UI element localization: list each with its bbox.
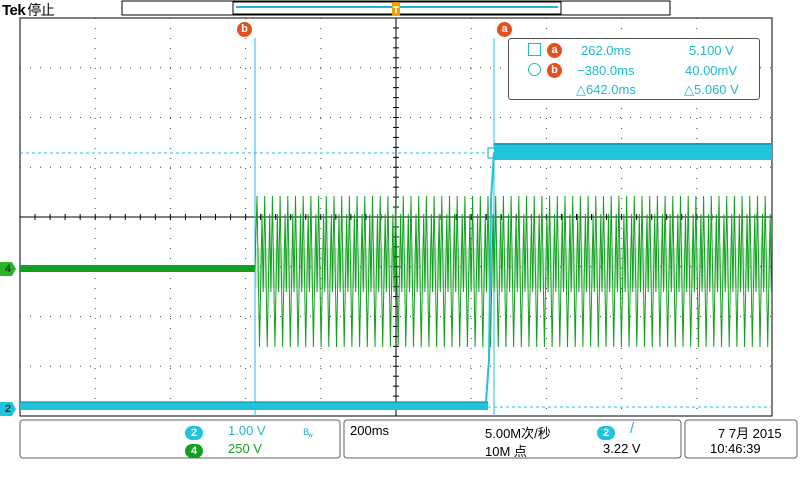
brand-logo: Tek [2, 2, 26, 19]
channel-4-envelope [255, 248, 772, 288]
cursor-b-circle-icon [528, 63, 541, 76]
channel-2-high-segment [494, 143, 772, 160]
cursor-b-value: 40.00mV [685, 63, 738, 78]
vertical-panel [19, 419, 341, 459]
sample-rate: 5.00M次/秒 [485, 426, 551, 441]
cursor-b-time: −380.0ms [577, 63, 635, 78]
channel-2-scale[interactable]: 1.00 V [228, 423, 266, 438]
cursor-a-badge[interactable]: a [497, 22, 512, 37]
date-display: 7 7月 2015 [718, 426, 782, 441]
channel-4-marker-label[interactable]: 4 [0, 263, 16, 275]
trigger-level[interactable]: 3.22 V [603, 441, 641, 456]
time-display: 10:46:39 [710, 441, 761, 456]
brand-status: Tek 停止 [2, 0, 55, 20]
svg-text:w: w [308, 432, 313, 437]
cursor-delta-value: △5.060 V [684, 82, 739, 97]
cursor-delta-time: △642.0ms [576, 82, 636, 97]
cursor-a-readout-badge: a [547, 43, 562, 58]
record-length: 10M 点 [485, 444, 527, 459]
trigger-position-icon: T [392, 2, 400, 16]
rising-edge-icon: / [630, 420, 635, 437]
cursor-a-value: 5.100 V [689, 43, 734, 58]
svg-text:T: T [393, 6, 400, 16]
cursor-readout-box: a 262.0ms 5.100 V b −380.0ms 40.00mV △64… [508, 38, 760, 100]
channel-4-flat-segment [20, 265, 255, 272]
channel-2-badge[interactable]: 2 [185, 423, 203, 441]
cursor-a-time: 262.0ms [581, 43, 631, 58]
bandwidth-limit-icon: Bw [303, 424, 315, 442]
channel-2-marker-label[interactable]: 2 [0, 403, 16, 415]
trigger-source-badge[interactable]: 2 [597, 423, 615, 441]
channel-2-low-segment [20, 402, 488, 410]
cursor-b-readout-badge: b [547, 63, 562, 78]
cursor-a-square-icon [528, 43, 541, 56]
cursor-b-badge[interactable]: b [237, 22, 252, 37]
channel-4-badge[interactable]: 4 [185, 441, 203, 459]
timebase-scale[interactable]: 200ms [350, 423, 389, 438]
channel-4-scale[interactable]: 250 V [228, 441, 262, 456]
acquisition-status: 停止 [27, 2, 55, 18]
